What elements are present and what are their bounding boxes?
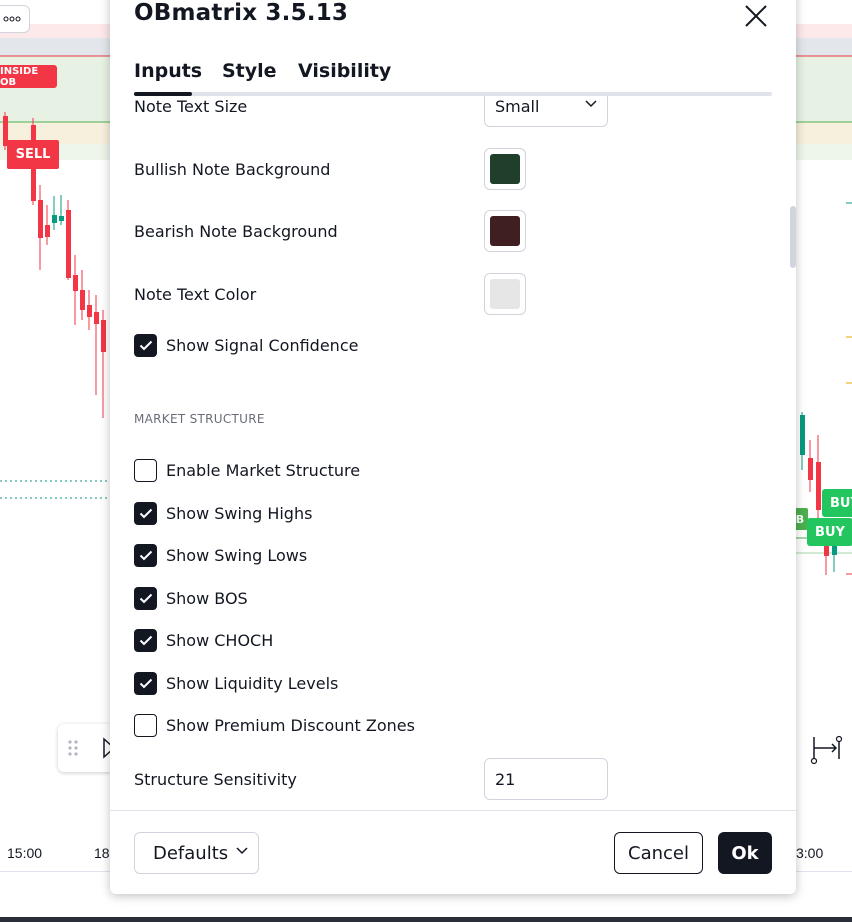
structure-sensitivity-value: 21 [495,769,516,789]
order-block-zone-3-r [796,144,852,160]
show-liquidity-levels-label: Show Liquidity Levels [166,674,339,693]
more-options-button[interactable] [0,5,30,33]
inside-ob-label: INSIDE OB [0,65,57,88]
floating-toolbar[interactable] [58,724,116,772]
buy-signal-label: BUY [807,518,852,546]
buy-signal-label: BUY [822,489,852,517]
note-text-size-label: Note Text Size [134,97,248,116]
note-text-size-select[interactable]: Small [484,96,608,127]
show-choch-checkbox[interactable] [134,629,157,652]
checkmark-icon [139,508,152,519]
chevron-down-icon [585,100,597,108]
bearish-note-bg-label: Bearish Note Background [134,222,338,241]
tab-inputs[interactable]: Inputs [134,60,202,82]
defaults-label: Defaults [153,842,229,864]
bottom-bar [0,917,852,922]
footer-divider [110,810,796,811]
bullish-note-bg-label: Bullish Note Background [134,160,331,179]
dialog-title: OBmatrix 3.5.13 [134,0,349,26]
order-block-zone-r [796,56,852,122]
show-bos-label: Show BOS [166,589,248,608]
structure-sensitivity-input[interactable]: 21 [484,758,608,800]
color-swatch [490,154,520,184]
color-swatch [490,216,520,246]
cancel-button[interactable]: Cancel [614,832,703,874]
structure-sensitivity-label: Structure Sensitivity [134,770,297,789]
time-axis-label: 3:00 [796,845,824,861]
checkmark-icon [139,678,152,689]
sell-signal-label: SELL [7,140,59,169]
show-swing-lows-checkbox[interactable] [134,544,157,567]
dots-icon [3,16,21,22]
inputs-panel[interactable]: Note Text Size Small Bullish Note Backgr… [110,96,796,810]
close-icon[interactable] [740,0,772,32]
checkmark-icon [139,593,152,604]
show-swing-highs-label: Show Swing Highs [166,504,313,523]
time-axis-label: 18 [94,845,110,861]
show-choch-label: Show CHOCH [166,631,274,650]
checkmark-icon [139,550,152,561]
bearish-note-bg-swatch[interactable] [484,210,526,252]
chevron-down-icon [236,847,248,855]
drag-handle-icon[interactable] [58,724,116,772]
checkmark-icon [139,635,152,646]
market-structure-section-title: MARKET STRUCTURE [134,412,265,426]
color-swatch [490,279,520,309]
zone-band-gray-r [796,38,852,56]
zone-band-gray [0,38,110,56]
show-premium-discount-zones-checkbox[interactable] [134,714,157,737]
defaults-button[interactable]: Defaults [134,832,259,874]
time-axis-label: 15:00 [7,845,43,861]
show-liquidity-levels-checkbox[interactable] [134,672,157,695]
tab-style[interactable]: Style [222,60,277,82]
note-text-size-value: Small [495,96,540,116]
enable-market-structure-checkbox[interactable] [134,459,157,482]
supply-zone-top-r [796,24,852,38]
order-block-zone-2-r [796,122,852,144]
note-text-color-label: Note Text Color [134,285,257,304]
checkmark-icon [139,340,152,351]
show-swing-lows-label: Show Swing Lows [166,546,308,565]
show-bos-checkbox[interactable] [134,587,157,610]
note-text-color-swatch[interactable] [484,273,526,315]
indicator-settings-dialog: OBmatrix 3.5.13 Inputs Style Visibility … [110,0,796,894]
show-swing-highs-checkbox[interactable] [134,502,157,525]
date-range-icon[interactable] [810,733,844,765]
ok-button[interactable]: Ok [718,832,772,874]
tab-visibility[interactable]: Visibility [298,60,391,82]
bullish-note-bg-swatch[interactable] [484,148,526,190]
show-signal-confidence-checkbox[interactable] [134,334,157,357]
show-premium-discount-zones-label: Show Premium Discount Zones [166,716,415,735]
enable-market-structure-label: Enable Market Structure [166,461,361,480]
show-signal-confidence-label: Show Signal Confidence [166,336,359,355]
scrollbar[interactable] [790,206,796,268]
